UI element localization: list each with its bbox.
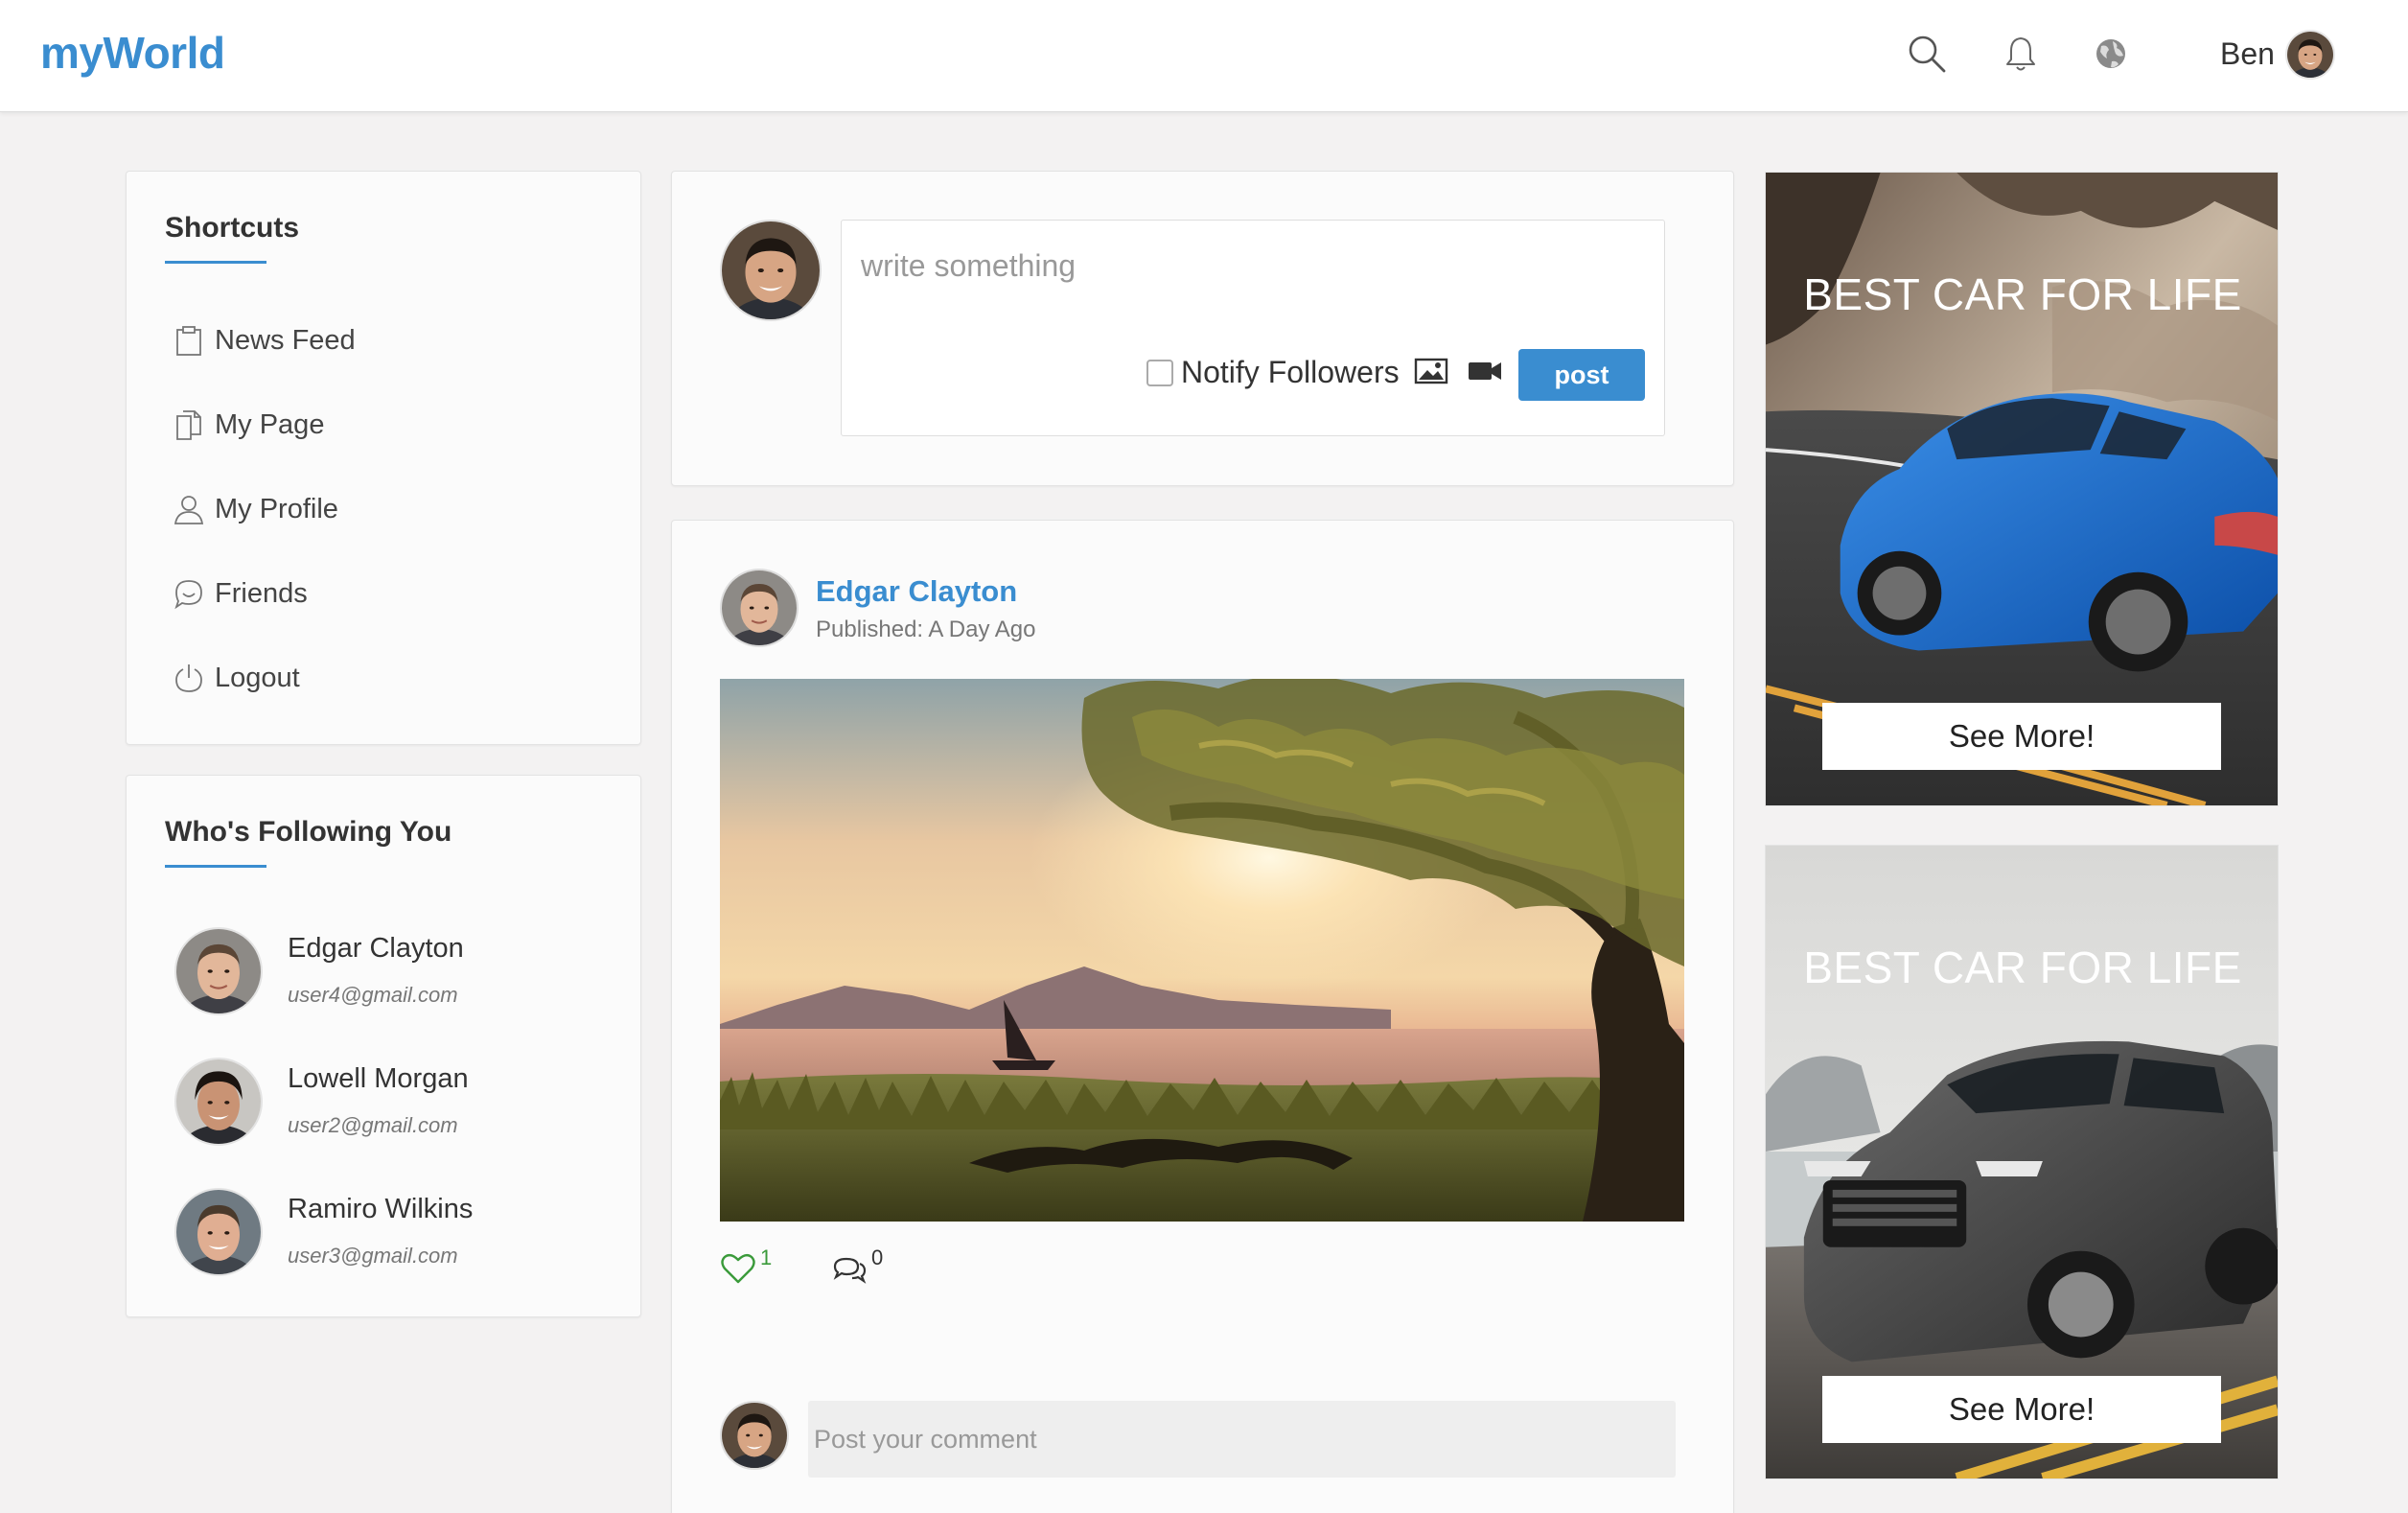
ad-banner[interactable]: BEST CAR FOR LIFE See More! xyxy=(1765,172,2279,806)
notify-label: Notify Followers xyxy=(1181,355,1400,389)
follower-name[interactable]: Lowell Morgan xyxy=(288,1063,469,1095)
title-underline xyxy=(165,865,266,868)
shortcuts-title: Shortcuts xyxy=(165,212,300,244)
title-underline xyxy=(165,261,266,264)
avatar[interactable] xyxy=(174,1058,263,1146)
user-icon xyxy=(173,493,205,525)
avatar[interactable] xyxy=(174,1188,263,1276)
follower-item[interactable]: Ramiro Wilkins user3@gmail.com xyxy=(174,1188,577,1276)
ad-title: BEST CAR FOR LIFE xyxy=(1803,943,2242,992)
top-navbar: myWorld Ben xyxy=(0,0,2408,112)
avatar[interactable] xyxy=(2285,30,2335,80)
composer-box: Notify Followers post xyxy=(841,220,1665,436)
post-card: Edgar Clayton Published: A Day Ago 1 0 P… xyxy=(671,520,1734,1513)
comment-input[interactable] xyxy=(808,1401,1676,1478)
shortcut-label: My Page xyxy=(215,408,325,440)
see-more-button[interactable]: See More! xyxy=(1822,703,2221,770)
like-count: 1 xyxy=(760,1245,773,1269)
shortcut-label: My Profile xyxy=(215,493,338,524)
pages-icon xyxy=(173,408,205,441)
ad-title: BEST CAR FOR LIFE xyxy=(1803,269,2242,319)
power-icon xyxy=(173,662,205,694)
avatar xyxy=(720,220,822,321)
post-text-input[interactable] xyxy=(861,242,1647,290)
clipboard-icon xyxy=(173,324,205,357)
post-button[interactable]: post xyxy=(1518,349,1645,401)
shortcuts-card: Shortcuts News Feed My Page My Profile F… xyxy=(126,171,641,745)
follower-name[interactable]: Ramiro Wilkins xyxy=(288,1194,473,1225)
follower-email: user2@gmail.com xyxy=(288,1113,458,1137)
bell-icon[interactable] xyxy=(2000,33,2042,75)
avatar xyxy=(720,1401,789,1470)
shortcut-label: Friends xyxy=(215,577,308,609)
shortcut-logout[interactable]: Logout xyxy=(173,657,300,699)
shortcut-my-page[interactable]: My Page xyxy=(173,404,324,446)
shortcut-my-profile[interactable]: My Profile xyxy=(173,488,338,530)
notify-checkbox[interactable] xyxy=(1146,359,1173,386)
shortcut-friends[interactable]: Friends xyxy=(173,572,308,615)
shortcut-label: Logout xyxy=(215,662,300,693)
image-icon[interactable] xyxy=(1413,355,1449,387)
globe-icon[interactable] xyxy=(2090,33,2132,75)
user-name[interactable]: Ben xyxy=(2220,36,2275,72)
chat-icon xyxy=(173,577,205,610)
video-icon[interactable] xyxy=(1467,355,1503,387)
comments-icon xyxy=(831,1251,868,1286)
post-author-name[interactable]: Edgar Clayton xyxy=(816,574,1017,609)
follower-email: user4@gmail.com xyxy=(288,983,458,1007)
heart-icon xyxy=(720,1251,756,1286)
app-logo[interactable]: myWorld xyxy=(40,27,225,79)
see-more-button[interactable]: See More! xyxy=(1822,1376,2221,1443)
follower-item[interactable]: Edgar Clayton user4@gmail.com xyxy=(174,927,577,1015)
comment-count: 0 xyxy=(871,1245,884,1269)
follower-item[interactable]: Lowell Morgan user2@gmail.com xyxy=(174,1058,577,1146)
post-timestamp: Published: A Day Ago xyxy=(816,617,1036,642)
search-icon[interactable] xyxy=(1906,33,1948,75)
notify-followers-option[interactable]: Notify Followers xyxy=(1146,355,1400,390)
composer-card: Notify Followers post xyxy=(671,171,1734,486)
avatar[interactable] xyxy=(720,569,799,647)
follower-name[interactable]: Edgar Clayton xyxy=(288,933,464,965)
followers-card: Who's Following You Edgar Clayton user4@… xyxy=(126,775,641,1317)
shortcut-label: News Feed xyxy=(215,324,356,356)
shortcut-news-feed[interactable]: News Feed xyxy=(173,319,356,361)
followers-title: Who's Following You xyxy=(165,816,452,848)
comment-button[interactable]: 0 xyxy=(831,1245,883,1286)
avatar[interactable] xyxy=(174,927,263,1015)
post-image[interactable] xyxy=(720,679,1684,1222)
follower-email: user3@gmail.com xyxy=(288,1244,458,1268)
like-button[interactable]: 1 xyxy=(720,1245,772,1286)
ad-banner[interactable]: BEST CAR FOR LIFE See More! xyxy=(1765,845,2279,1479)
